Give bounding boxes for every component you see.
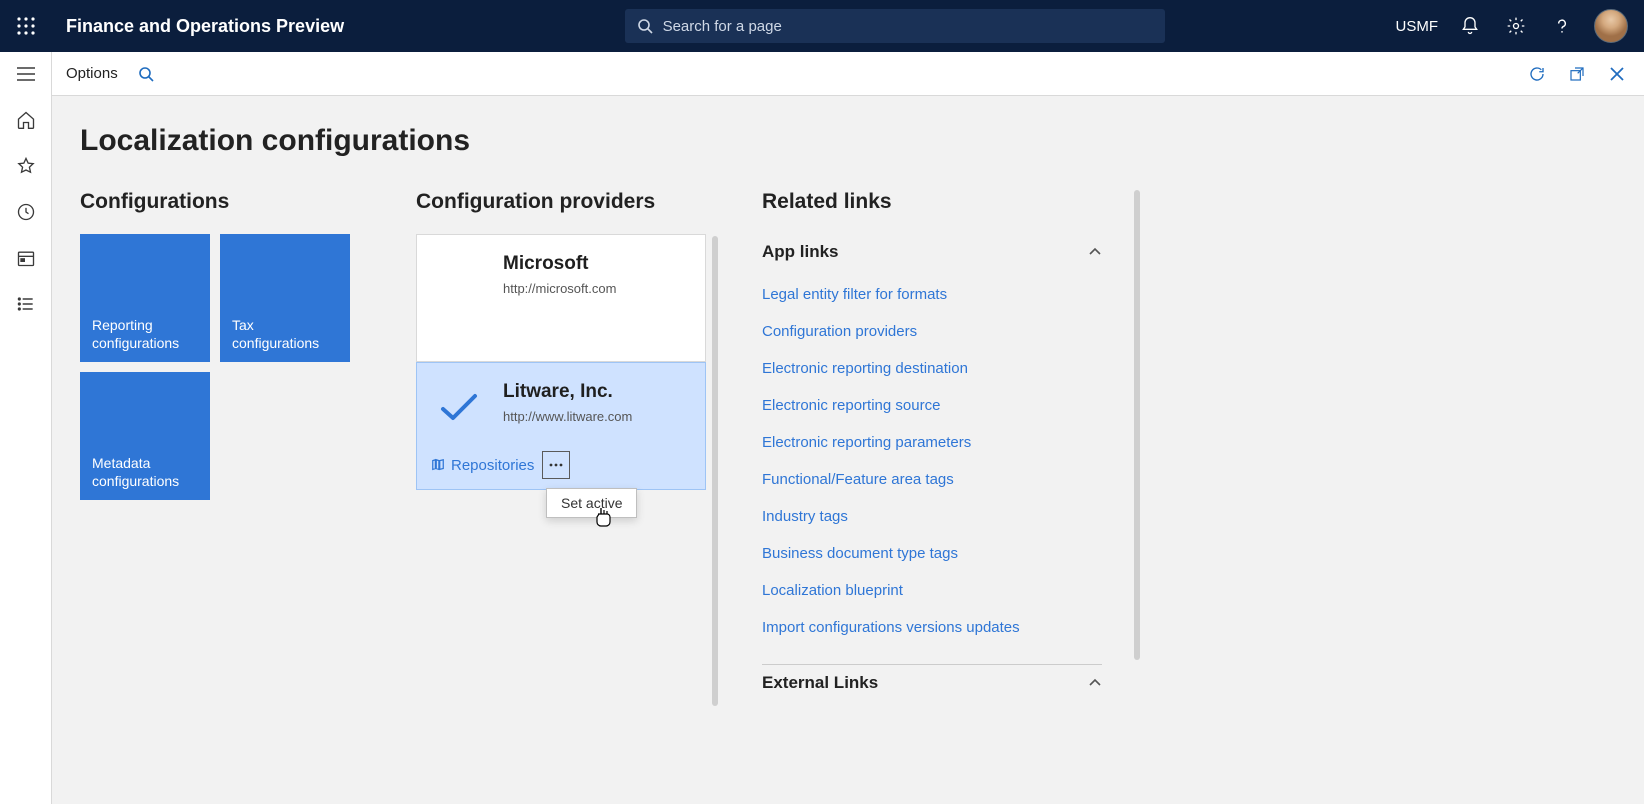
related-links-section: Related links App links Legal entity fil… [762,190,1102,701]
bell-icon [1460,16,1480,36]
external-links-label: External Links [762,673,878,693]
clock-icon [16,202,36,222]
provider-card-microsoft[interactable]: Microsoft http://microsoft.com [416,234,706,362]
link-er-parameters[interactable]: Electronic reporting parameters [762,424,1102,461]
check-icon [439,391,479,423]
workspaces-button[interactable] [14,246,38,270]
home-icon [16,110,36,130]
app-links-group-toggle[interactable]: App links [762,234,1102,270]
grid-calendar-icon [16,248,36,268]
link-feature-tags[interactable]: Functional/Feature area tags [762,461,1102,498]
chevron-up-icon [1088,247,1102,257]
app-title: Finance and Operations Preview [52,16,344,37]
provider-more-button[interactable] [542,451,570,479]
provider-url: http://microsoft.com [503,281,689,296]
link-industry-tags[interactable]: Industry tags [762,498,1102,535]
providers-heading: Configuration providers [416,190,706,214]
settings-button[interactable] [1502,12,1530,40]
home-button[interactable] [14,108,38,132]
main-content: Localization configurations Configuratio… [52,96,1644,804]
user-avatar[interactable] [1594,9,1628,43]
options-menu[interactable]: Options [58,65,126,82]
popout-button[interactable] [1564,61,1590,87]
recent-button[interactable] [14,200,38,224]
expand-nav-button[interactable] [0,52,52,96]
link-import-config-updates[interactable]: Import configurations versions updates [762,609,1102,646]
search-placeholder: Search for a page [663,18,782,35]
tile-reporting-configurations[interactable]: Reporting configurations [80,234,210,362]
tile-label: Reporting configurations [92,317,198,352]
provider-name: Litware, Inc. [503,381,689,403]
tile-label: Tax configurations [232,317,338,352]
set-active-menu-item[interactable]: Set active [546,488,637,518]
search-icon [637,18,653,34]
external-links-group-toggle[interactable]: External Links [762,665,1102,701]
link-er-source[interactable]: Electronic reporting source [762,387,1102,424]
refresh-button[interactable] [1524,61,1550,87]
link-er-destination[interactable]: Electronic reporting destination [762,350,1102,387]
action-bar: Options [52,52,1644,96]
link-configuration-providers[interactable]: Configuration providers [762,313,1102,350]
legal-entity-selector[interactable]: USMF [1396,18,1439,35]
configurations-section: Configurations Reporting configurations … [80,190,360,701]
scrollbar[interactable] [1134,190,1140,660]
search-icon [138,66,154,82]
tile-label: Metadata configurations [92,455,198,490]
providers-section: Configuration providers Microsoft http:/… [416,190,706,701]
provider-card-litware[interactable]: Litware, Inc. http://www.litware.com Rep… [416,362,706,490]
list-icon [16,294,36,314]
link-business-doc-tags[interactable]: Business document type tags [762,535,1102,572]
provider-url: http://www.litware.com [503,409,689,424]
notifications-button[interactable] [1456,12,1484,40]
repositories-label: Repositories [451,457,534,474]
help-button[interactable] [1548,12,1576,40]
app-links-label: App links [762,242,839,262]
app-launcher-button[interactable] [0,17,52,35]
page-title: Localization configurations [80,124,1644,158]
close-button[interactable] [1604,61,1630,87]
left-nav-rail [0,52,52,804]
repository-icon [431,458,445,472]
popout-icon [1569,66,1585,82]
close-icon [1609,66,1625,82]
more-icon [549,463,563,467]
search-input[interactable]: Search for a page [625,9,1165,43]
question-icon [1552,16,1572,36]
modules-button[interactable] [14,292,38,316]
repositories-link[interactable]: Repositories [431,457,534,474]
link-legal-entity-filter[interactable]: Legal entity filter for formats [762,276,1102,313]
favorites-button[interactable] [14,154,38,178]
related-links-heading: Related links [762,190,1102,214]
tile-tax-configurations[interactable]: Tax configurations [220,234,350,362]
scrollbar[interactable] [712,236,718,706]
page-search-button[interactable] [130,66,162,82]
chevron-up-icon [1088,678,1102,688]
star-icon [16,156,36,176]
tile-metadata-configurations[interactable]: Metadata configurations [80,372,210,500]
provider-name: Microsoft [503,253,689,275]
gear-icon [1506,16,1526,36]
link-localization-blueprint[interactable]: Localization blueprint [762,572,1102,609]
top-nav: Finance and Operations Preview Search fo… [0,0,1644,52]
configurations-heading: Configurations [80,190,360,214]
hamburger-icon [17,67,35,81]
refresh-icon [1528,65,1546,83]
